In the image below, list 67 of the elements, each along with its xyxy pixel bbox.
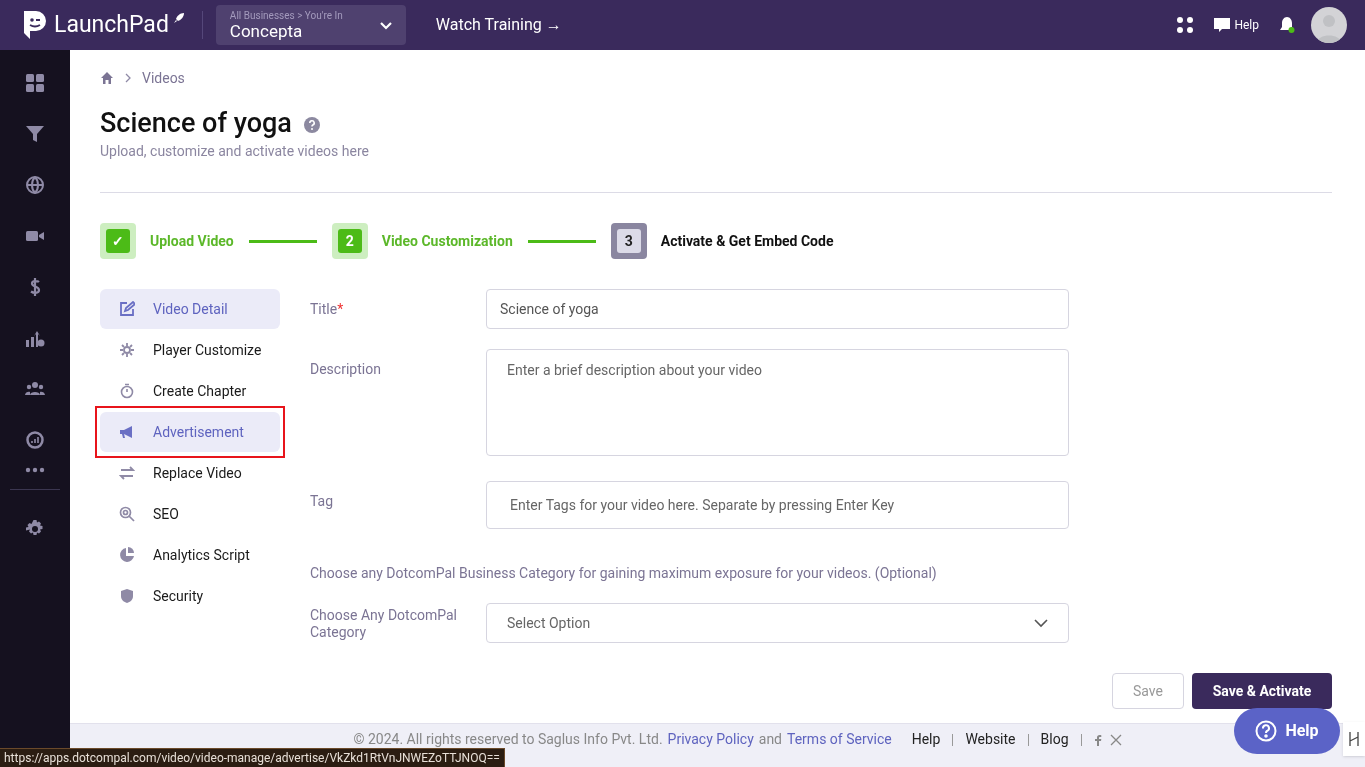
footer-link[interactable]: Blog — [1040, 729, 1069, 750]
bracket-icon — [1348, 731, 1360, 747]
field-label: Choose Any DotcomPal Category — [310, 607, 458, 641]
watch-training-link[interactable]: Watch Training → — [435, 13, 562, 37]
home-icon[interactable] — [100, 71, 114, 85]
chat-bubble-logo-icon — [22, 9, 46, 41]
category-note: Choose any DotcomPal Business Category for gaining maximum exposure for your videos. (Optional) — [310, 564, 938, 584]
step-label: Activate & Get Embed Code — [660, 231, 834, 251]
menu-item[interactable]: Video Detail — [100, 289, 280, 329]
step-marker: ✓ — [100, 223, 136, 259]
avatar[interactable] — [1311, 7, 1347, 43]
app-logo-text: LaunchPad — [54, 9, 169, 40]
chevron-down-icon — [379, 19, 392, 31]
gauge-icon — [25, 429, 45, 450]
globe-icon — [25, 174, 45, 195]
field-label: Tag — [310, 493, 334, 509]
grid-icon — [25, 72, 45, 93]
menu-item[interactable]: Replace Video — [100, 453, 280, 493]
apps-grid-icon[interactable] — [1176, 16, 1195, 34]
bell-icon[interactable] — [1279, 16, 1295, 34]
help-icon[interactable] — [303, 117, 320, 133]
help-button[interactable]: Help — [1214, 16, 1259, 34]
footer-text: and — [758, 730, 782, 749]
facebook-icon[interactable] — [1093, 733, 1102, 746]
pie-icon — [119, 547, 135, 563]
privacy-policy-link[interactable]: Privacy Policy — [667, 729, 754, 750]
page-title: Science of yoga — [100, 106, 292, 140]
chevron-right-icon — [124, 73, 132, 83]
gear-icon — [119, 342, 135, 358]
menu-item[interactable]: Create Chapter — [100, 371, 280, 411]
field-label: Title* — [310, 301, 344, 317]
megaphone-icon — [119, 424, 135, 440]
timer-icon — [119, 383, 135, 399]
more-icon — [25, 467, 45, 473]
business-selector[interactable]: All Businesses > You're In Concepta — [215, 5, 406, 45]
step-label: Video Customization — [381, 231, 513, 251]
menu-item[interactable]: Advertisement — [100, 412, 280, 452]
side-tab[interactable] — [1343, 722, 1365, 756]
category-select[interactable]: Select Option — [486, 603, 1069, 643]
menu-item[interactable]: Analytics Script — [100, 535, 280, 575]
menu-item[interactable]: Security — [100, 576, 280, 616]
funnel-icon — [25, 123, 45, 144]
breadcrumb-item[interactable]: Videos — [142, 67, 185, 89]
save-activate-button[interactable]: Save & Activate — [1192, 673, 1332, 709]
copyright-text: © 2024. All rights reserved to Saglus Info Pvt. Ltd. — [353, 730, 663, 749]
shield-icon — [119, 588, 135, 604]
x-logo-icon[interactable] — [1109, 733, 1122, 746]
search-icon — [119, 506, 135, 522]
menu-item[interactable]: Player Customize — [100, 330, 280, 370]
terms-link[interactable]: Terms of Service — [787, 729, 892, 750]
description-input[interactable]: Enter a brief description about your video — [486, 349, 1069, 456]
step-marker: 2 — [331, 223, 368, 259]
step-marker: 3 — [610, 223, 647, 259]
status-bar-url: https://apps.dotcompal.com/video/video-manage/advertise/VkZkd1RtVnJNWEZoTTJNOQ== — [0, 748, 505, 767]
footer-link[interactable]: Website — [965, 729, 1016, 750]
footer-link[interactable]: Help — [911, 729, 941, 750]
menu-item[interactable]: SEO — [100, 494, 280, 534]
edit-icon — [119, 301, 135, 317]
swap-icon — [119, 465, 135, 481]
tag-input[interactable]: Enter Tags for your video here. Separate by pressing Enter Key — [486, 481, 1069, 529]
question-circle-icon — [1255, 720, 1278, 742]
page-subtitle: Upload, customize and activate videos here — [100, 142, 370, 161]
help-chat-button[interactable]: Help — [1234, 708, 1340, 754]
field-label: Description — [310, 361, 381, 377]
chevron-down-icon — [1034, 616, 1048, 630]
step-label: Upload Video — [150, 231, 234, 251]
title-input[interactable]: Science of yoga — [486, 289, 1069, 329]
